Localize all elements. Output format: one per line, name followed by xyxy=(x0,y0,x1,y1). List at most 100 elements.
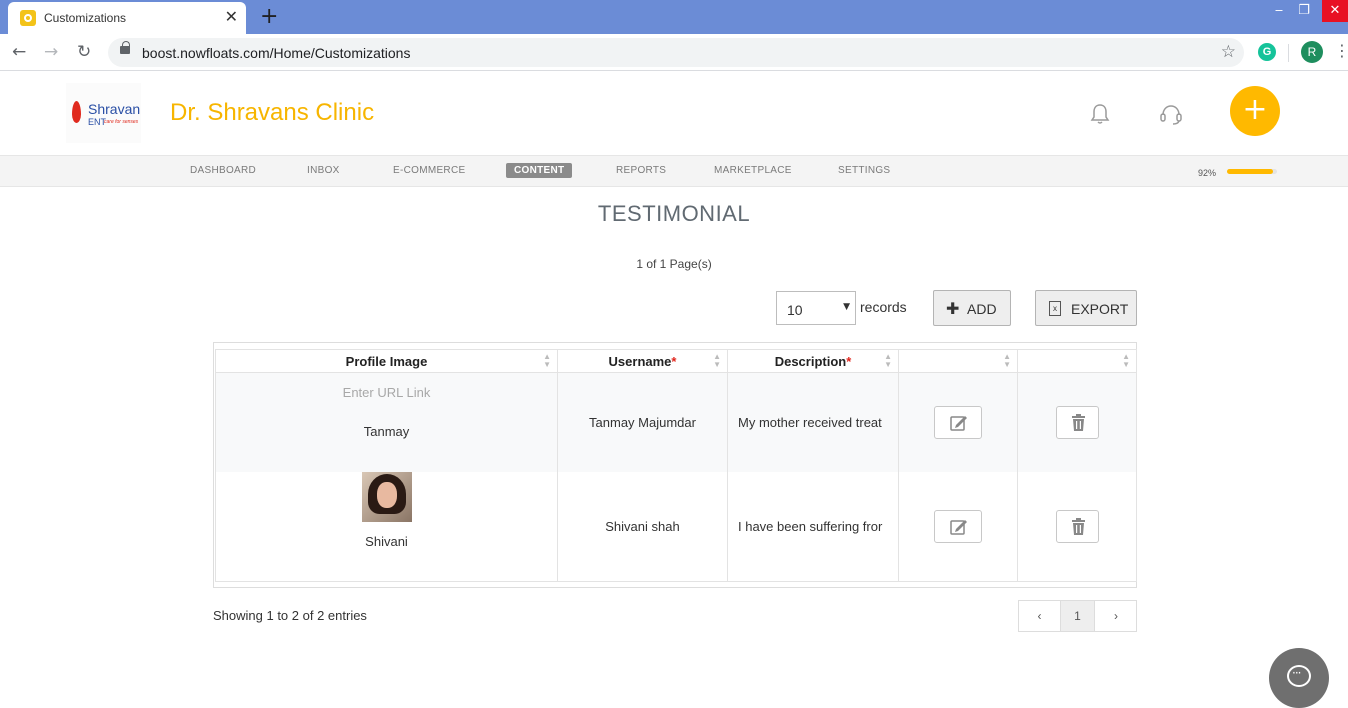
add-button-label: ADD xyxy=(967,301,997,317)
delete-cell xyxy=(1017,372,1137,472)
username-cell: Shivani shah xyxy=(557,471,728,582)
url-link-placeholder[interactable]: Enter URL Link xyxy=(216,385,557,400)
chat-bubble-icon xyxy=(1287,665,1311,687)
description-cell: My mother received treat xyxy=(727,372,899,472)
lock-icon xyxy=(120,41,130,54)
notification-bell-icon[interactable] xyxy=(1090,103,1110,125)
nav-settings[interactable]: SETTINGS xyxy=(838,165,890,176)
add-testimonial-button[interactable]: ✚ ADD xyxy=(933,290,1011,326)
reload-icon[interactable]: ↻ xyxy=(77,42,91,62)
nav-marketplace[interactable]: MARKETPLACE xyxy=(714,165,792,176)
pagination: ‹ 1 › xyxy=(1018,600,1137,632)
nav-dashboard[interactable]: DASHBOARD xyxy=(190,165,256,176)
trash-icon xyxy=(1071,517,1085,535)
sort-icon: ▲ ▼ xyxy=(543,352,551,369)
testimonials-table: Profile Image ▲ ▼ Username* ▲ ▼ Description*… xyxy=(215,349,1137,582)
records-label: records xyxy=(860,299,907,315)
required-marker: * xyxy=(671,353,677,369)
toolbar-divider xyxy=(1288,44,1289,62)
browser-menu-icon[interactable]: ⋮ xyxy=(1334,41,1348,60)
plus-icon: ✚ xyxy=(946,299,960,318)
tab-close-icon[interactable]: ✕ xyxy=(225,7,238,27)
export-button[interactable]: x EXPORT xyxy=(1035,290,1137,326)
pagination-page-1[interactable]: 1 xyxy=(1061,601,1095,631)
back-arrow-icon[interactable]: ← xyxy=(12,42,26,62)
page-count: 1 of 1 Page(s) xyxy=(636,257,712,271)
support-headset-icon[interactable] xyxy=(1159,103,1183,125)
column-label: Description xyxy=(774,353,847,369)
sort-icon: ▲ ▼ xyxy=(1122,352,1130,369)
logo-text: Shravan xyxy=(88,101,141,117)
edit-button[interactable] xyxy=(934,405,982,439)
address-bar[interactable]: boost.nowfloats.com/Home/Customizations … xyxy=(108,38,1244,67)
bookmark-star-icon[interactable]: ☆ xyxy=(1221,42,1236,62)
export-button-label: EXPORT xyxy=(1071,301,1129,317)
table-header-row: Profile Image ▲ ▼ Username* ▲ ▼ Description*… xyxy=(215,349,1137,373)
profile-image-cell: Enter URL Link Tanmay xyxy=(215,372,558,472)
entries-summary: Showing 1 to 2 of 2 entries xyxy=(213,608,367,623)
column-header-delete[interactable]: ▲ ▼ xyxy=(1017,349,1137,373)
testimonials-table-container: Profile Image ▲ ▼ Username* ▲ ▼ Description*… xyxy=(213,342,1137,588)
pagination-next-button[interactable]: › xyxy=(1095,601,1137,631)
table-row: Enter URL Link Tanmay Tanmay Majumdar My… xyxy=(215,372,1137,472)
clinic-name: Dr. Shravans Clinic xyxy=(170,99,375,126)
profile-avatar[interactable]: R xyxy=(1301,41,1323,63)
edit-cell xyxy=(898,372,1018,472)
chat-widget-button[interactable] xyxy=(1269,648,1329,708)
trash-icon xyxy=(1071,413,1085,431)
profile-image-cell: Shivani xyxy=(215,471,558,582)
sort-icon: ▲ ▼ xyxy=(1003,352,1011,369)
pagination-prev-button[interactable]: ‹ xyxy=(1019,601,1061,631)
delete-button[interactable] xyxy=(1055,405,1099,439)
profile-photo[interactable] xyxy=(362,471,412,522)
required-marker: * xyxy=(846,353,852,369)
url-text[interactable]: boost.nowfloats.com/Home/Customizations xyxy=(142,45,410,61)
nav-ecommerce[interactable]: E-COMMERCE xyxy=(393,165,465,176)
clinic-logo[interactable]: Shravan ENT care for senses xyxy=(66,83,141,143)
column-label: Profile Image xyxy=(345,353,428,369)
new-tab-button[interactable]: + xyxy=(260,4,278,29)
photo-face xyxy=(377,481,397,508)
app-header: Shravan ENT care for senses Dr. Shravans… xyxy=(0,71,1348,155)
quick-add-button[interactable]: + xyxy=(1230,86,1280,136)
main-nav: DASHBOARD INBOX E-COMMERCE CONTENT REPOR… xyxy=(0,155,1348,187)
edit-pencil-icon xyxy=(950,519,967,535)
chevron-down-icon: ▼ xyxy=(843,302,850,312)
grammarly-extension-icon[interactable]: G xyxy=(1258,43,1276,61)
window-minimize-button[interactable]: ‒ xyxy=(1265,0,1293,22)
completion-progress-fill xyxy=(1227,169,1273,174)
forward-arrow-icon[interactable]: → xyxy=(44,42,58,62)
tab-title: Customizations xyxy=(44,11,127,25)
sort-icon: ▲ ▼ xyxy=(713,352,721,369)
column-header-description[interactable]: Description* ▲ ▼ xyxy=(727,349,899,373)
description-cell: I have been suffering fror xyxy=(727,471,899,582)
profile-name: Tanmay xyxy=(363,424,410,439)
records-per-page-select[interactable]: 10 ▼ xyxy=(776,291,856,325)
edit-button[interactable] xyxy=(934,509,982,543)
nav-inbox[interactable]: INBOX xyxy=(307,165,340,176)
window-close-button[interactable]: ✕ xyxy=(1322,0,1348,22)
nav-content[interactable]: CONTENT xyxy=(506,163,573,178)
delete-cell xyxy=(1017,471,1137,582)
table-row: Shivani Shivani shah I have been sufferi… xyxy=(215,471,1137,582)
logo-mark-icon xyxy=(72,101,81,123)
browser-tab[interactable]: Customizations ✕ xyxy=(8,2,246,34)
window-maximize-button[interactable]: ❐ xyxy=(1290,0,1318,22)
delete-button[interactable] xyxy=(1055,509,1099,543)
page-title: TESTIMONIAL xyxy=(597,201,751,226)
nav-reports[interactable]: REPORTS xyxy=(616,165,666,176)
browser-tab-strip: Customizations ✕ + ‒ ❐ ✕ xyxy=(0,0,1348,34)
edit-cell xyxy=(898,471,1018,582)
username-cell: Tanmay Majumdar xyxy=(557,372,728,472)
browser-toolbar: ← → ↻ boost.nowfloats.com/Home/Customiza… xyxy=(0,34,1348,71)
column-header-username[interactable]: Username* ▲ ▼ xyxy=(557,349,728,373)
edit-pencil-icon xyxy=(950,415,967,431)
logo-tagline: care for senses xyxy=(104,119,139,125)
completion-percent: 92% xyxy=(1198,168,1217,178)
excel-file-icon: x xyxy=(1049,301,1061,316)
site-favicon-icon xyxy=(20,10,36,26)
sort-icon: ▲ ▼ xyxy=(884,352,892,369)
column-header-profile-image[interactable]: Profile Image ▲ ▼ xyxy=(215,349,558,373)
records-per-page-value: 10 xyxy=(787,302,803,318)
column-header-edit[interactable]: ▲ ▼ xyxy=(898,349,1018,373)
